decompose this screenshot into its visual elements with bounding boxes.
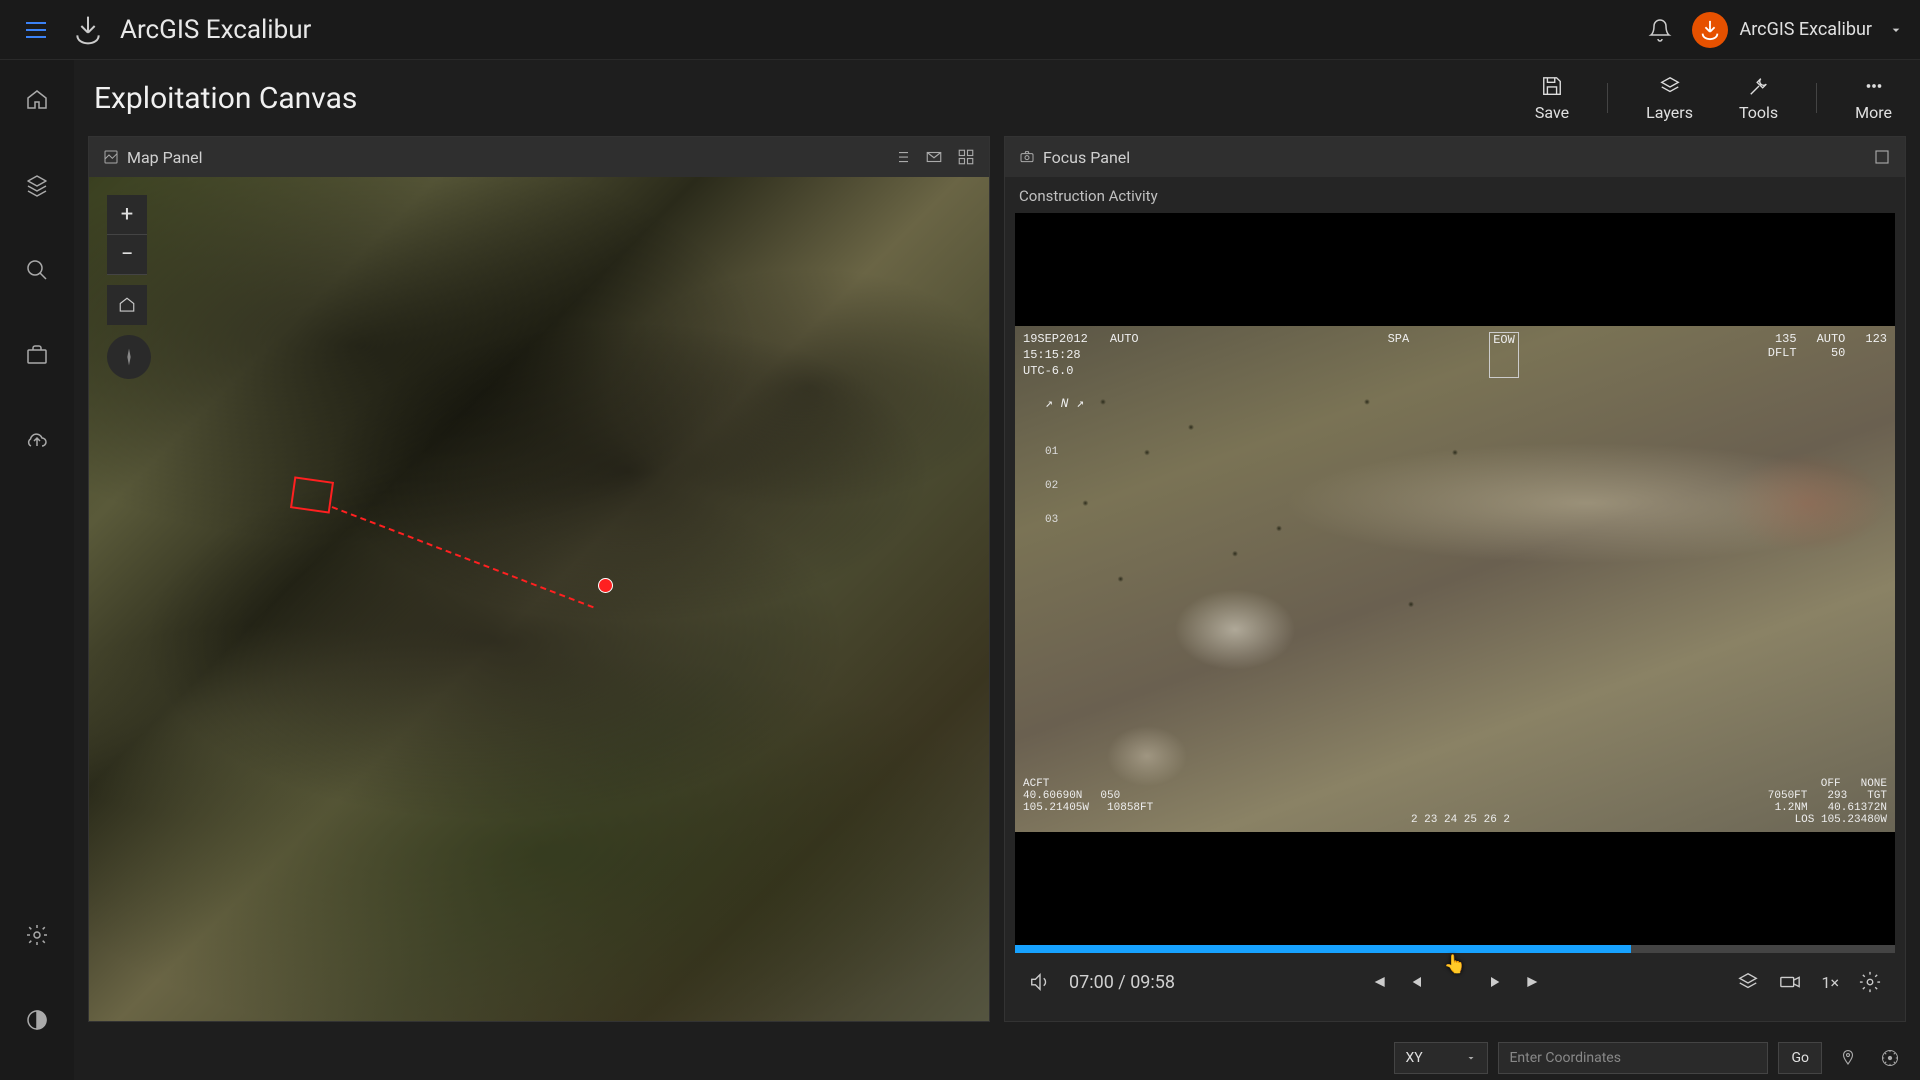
pin-button[interactable] — [1832, 1042, 1864, 1074]
top-bar: ArcGIS Excalibur ArcGIS Excalibur — [0, 0, 1920, 60]
zoom-in-button[interactable]: + — [107, 195, 147, 235]
map-viewport[interactable]: + − — [89, 177, 989, 1021]
nav-search[interactable] — [17, 250, 57, 290]
skip-back-button[interactable] — [1368, 972, 1388, 992]
coord-input[interactable]: Enter Coordinates — [1498, 1042, 1768, 1074]
focus-panel-header: Focus Panel — [1005, 137, 1905, 177]
nav-home[interactable] — [17, 80, 57, 120]
coord-type-select[interactable]: XY — [1394, 1042, 1488, 1074]
footer-bar: XY Enter Coordinates Go — [74, 1036, 1920, 1080]
step-forward-button[interactable] — [1486, 972, 1506, 992]
mute-button[interactable] — [1029, 971, 1051, 993]
camera-icon — [1019, 149, 1035, 165]
app-logo-icon — [72, 14, 104, 46]
video-hud-bottom: ACFT 40.60690N050 105.21405W10858FT 2 23… — [1023, 778, 1887, 826]
menu-button[interactable] — [16, 10, 56, 50]
video-progress-bar[interactable] — [1015, 945, 1895, 953]
go-button[interactable]: Go — [1778, 1042, 1822, 1074]
nav-contrast[interactable] — [17, 1000, 57, 1040]
user-menu[interactable]: ArcGIS Excalibur — [1692, 12, 1905, 48]
cursor-icon: 👆 — [1444, 954, 1466, 975]
focus-subtitle: Construction Activity — [1015, 187, 1895, 205]
chevron-down-icon — [1465, 1052, 1477, 1064]
page-header: Exploitation Canvas Save Layers Tools — [74, 60, 1920, 136]
focus-panel: Focus Panel Construction Activity — [1004, 136, 1906, 1022]
nav-settings[interactable] — [17, 915, 57, 955]
map-target-marker — [598, 578, 613, 593]
user-avatar-icon — [1692, 12, 1728, 48]
home-extent-button[interactable] — [107, 285, 147, 325]
map-panel-header: Map Panel — [89, 137, 989, 177]
nav-briefcase[interactable] — [17, 335, 57, 375]
north-indicator: ↗ N ↗ — [1045, 396, 1084, 411]
app-title: ArcGIS Excalibur — [120, 15, 311, 45]
video-viewport[interactable]: 19SEP2012AUTO 15:15:28 UTC-6.0 SPA EOW 1… — [1015, 213, 1895, 945]
skip-forward-button[interactable] — [1524, 972, 1544, 992]
compass-footer-button[interactable] — [1874, 1042, 1906, 1074]
chevron-down-icon — [1888, 22, 1904, 38]
user-name: ArcGIS Excalibur — [1740, 19, 1873, 40]
map-envelope-button[interactable] — [925, 148, 943, 166]
compass-button[interactable] — [107, 335, 151, 379]
video-layers-button[interactable] — [1737, 971, 1759, 993]
map-panel: Map Panel + − — [88, 136, 990, 1022]
step-back-button[interactable] — [1406, 972, 1426, 992]
video-hud-top: 19SEP2012AUTO 15:15:28 UTC-6.0 SPA EOW 1… — [1023, 332, 1887, 378]
nav-cloud-upload[interactable] — [17, 420, 57, 460]
save-button[interactable]: Save — [1527, 75, 1577, 122]
zoom-out-button[interactable]: − — [107, 235, 147, 275]
video-camera-button[interactable] — [1779, 971, 1801, 993]
map-footprint-box — [289, 477, 333, 514]
more-button[interactable]: More — [1847, 75, 1900, 122]
video-side-ticks: 01 02 03 — [1045, 446, 1058, 526]
side-nav — [0, 60, 74, 1080]
focus-expand-button[interactable] — [1873, 148, 1891, 166]
nav-layers[interactable] — [17, 165, 57, 205]
hamburger-icon — [26, 22, 46, 38]
video-timecode: 07:00 / 09:58 — [1069, 972, 1175, 993]
page-title: Exploitation Canvas — [94, 81, 357, 116]
map-icon — [103, 149, 119, 165]
layers-button[interactable]: Layers — [1638, 75, 1701, 122]
notifications-button[interactable] — [1648, 18, 1672, 42]
tools-button[interactable]: Tools — [1731, 75, 1786, 122]
map-grid-button[interactable] — [957, 148, 975, 166]
video-settings-button[interactable] — [1859, 971, 1881, 993]
map-list-button[interactable] — [893, 148, 911, 166]
playback-speed[interactable]: 1× — [1821, 973, 1839, 992]
